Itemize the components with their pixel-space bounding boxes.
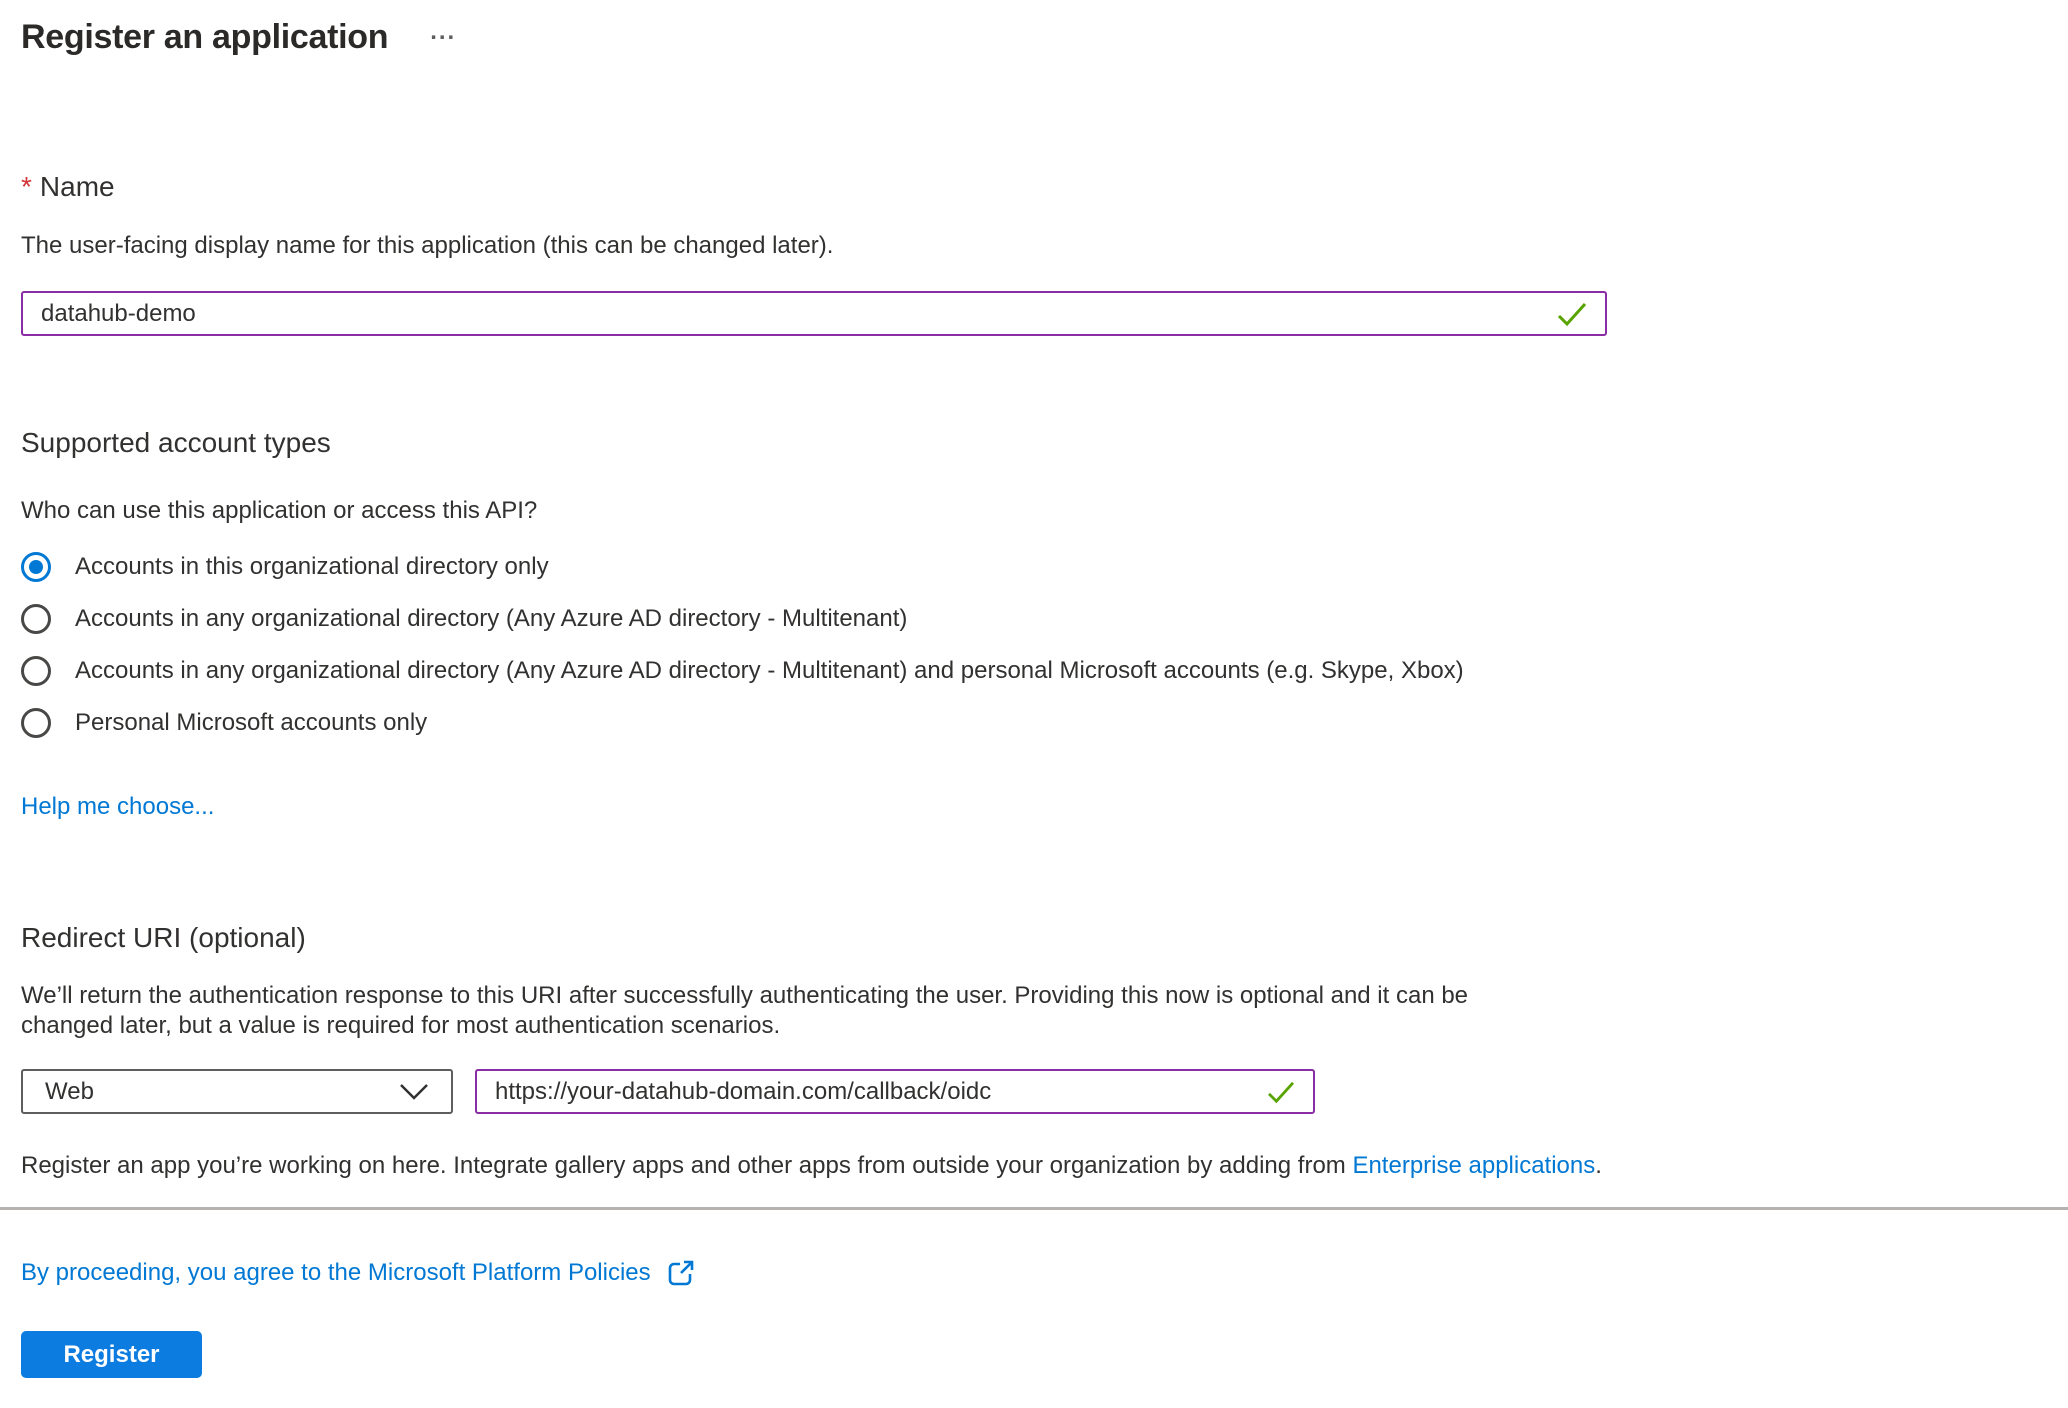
redirect-uri-description: We’ll return the authentication response… — [21, 981, 1681, 1041]
redirect-uri-description-line1: We’ll return the authentication response… — [21, 981, 1681, 1011]
help-me-choose-link[interactable]: Help me choose... — [21, 793, 214, 821]
radio-option-single-tenant[interactable]: Accounts in this organizational director… — [21, 552, 2047, 582]
platform-select-dropdown[interactable]: Web — [21, 1069, 453, 1114]
radio-unselected-icon[interactable] — [21, 708, 51, 738]
redirect-uri-input[interactable] — [495, 1078, 1255, 1106]
name-description: The user-facing display name for this ap… — [21, 231, 2047, 261]
note-suffix: . — [1595, 1152, 1602, 1179]
account-types-heading: Supported account types — [21, 426, 2047, 460]
radio-option-multitenant-personal[interactable]: Accounts in any organizational directory… — [21, 656, 2047, 686]
more-options-icon[interactable]: ... — [430, 20, 456, 44]
radio-option-label: Accounts in this organizational director… — [75, 552, 549, 582]
valid-check-icon — [1267, 1080, 1295, 1104]
radio-option-label: Accounts in any organizational directory… — [75, 656, 1464, 686]
redirect-uri-row: Web — [21, 1069, 2047, 1114]
page-title: Register an application — [21, 14, 388, 60]
enterprise-apps-note: Register an app you’re working on here. … — [21, 1151, 2047, 1181]
chevron-down-icon — [399, 1083, 429, 1101]
radio-unselected-icon[interactable] — [21, 656, 51, 686]
account-types-question: Who can use this application or access t… — [21, 496, 2047, 526]
account-types-radio-group: Accounts in this organizational director… — [21, 552, 2047, 738]
footer-divider — [0, 1207, 2068, 1210]
name-label: Name — [40, 171, 115, 202]
radio-unselected-icon[interactable] — [21, 604, 51, 634]
external-link-icon — [665, 1257, 697, 1289]
radio-option-personal-only[interactable]: Personal Microsoft accounts only — [21, 708, 2047, 738]
app-name-field-wrapper — [21, 291, 1607, 336]
radio-option-label: Personal Microsoft accounts only — [75, 708, 427, 738]
radio-option-multitenant[interactable]: Accounts in any organizational directory… — [21, 604, 2047, 634]
radio-option-label: Accounts in any organizational directory… — [75, 604, 907, 634]
platform-policies-link[interactable]: By proceeding, you agree to the Microsof… — [21, 1259, 651, 1287]
register-application-blade: Register an application ... * Name The us… — [0, 0, 2068, 1378]
name-section-heading: * Name — [21, 170, 2047, 204]
note-prefix: Register an app you’re working on here. … — [21, 1152, 1352, 1179]
register-button[interactable]: Register — [21, 1331, 202, 1378]
app-name-input[interactable] — [41, 300, 1545, 328]
policy-row: By proceeding, you agree to the Microsof… — [21, 1257, 2047, 1289]
platform-selected-value: Web — [45, 1078, 94, 1106]
valid-check-icon — [1557, 301, 1587, 327]
radio-selected-icon[interactable] — [21, 552, 51, 582]
redirect-uri-heading: Redirect URI (optional) — [21, 921, 2047, 955]
required-asterisk: * — [21, 171, 32, 202]
redirect-uri-description-line2: changed later, but a value is required f… — [21, 1011, 1681, 1041]
redirect-uri-field-wrapper — [475, 1069, 1315, 1114]
title-row: Register an application ... — [21, 14, 2047, 60]
enterprise-applications-link[interactable]: Enterprise applications — [1352, 1152, 1595, 1179]
